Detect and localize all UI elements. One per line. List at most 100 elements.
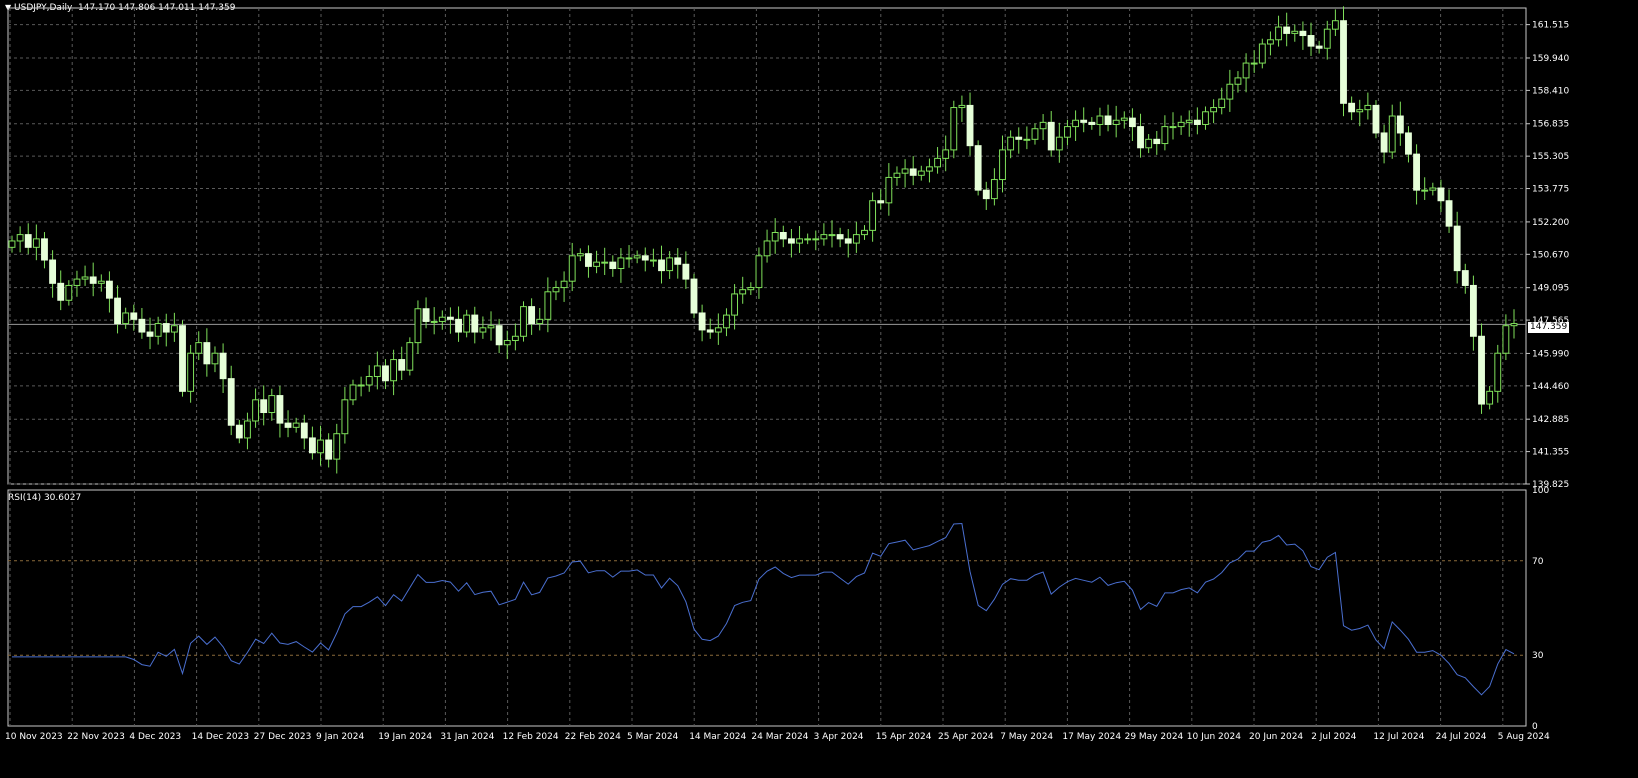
candle — [1437, 179, 1445, 213]
candle — [869, 192, 877, 242]
candle — [1120, 111, 1128, 129]
candle — [739, 276, 747, 304]
candle-body — [154, 323, 162, 337]
candle-body — [1502, 325, 1510, 354]
rsi-line — [12, 522, 1515, 696]
candle — [398, 346, 406, 380]
candle-body — [958, 104, 966, 109]
candle — [268, 388, 276, 421]
rsi-axis-label: 100 — [1532, 486, 1549, 496]
candle-body — [1421, 189, 1429, 192]
candle-body — [852, 234, 860, 244]
candle — [300, 414, 308, 450]
candle-body — [787, 238, 795, 244]
candle — [114, 285, 121, 334]
candle — [1104, 104, 1112, 132]
time-axis-label: 22 Nov 2023 — [67, 732, 125, 742]
candle-body — [820, 234, 828, 240]
candle-body — [739, 289, 747, 295]
candle — [57, 270, 65, 311]
candle — [1169, 112, 1177, 140]
candle — [487, 311, 495, 341]
candle — [852, 221, 860, 253]
candle — [1193, 107, 1201, 135]
candle — [1218, 87, 1226, 115]
candle — [170, 312, 178, 342]
candle — [203, 328, 211, 377]
candle-body — [219, 352, 227, 380]
time-axis-label: 9 Jan 2024 — [316, 732, 364, 742]
candle-body — [747, 287, 755, 291]
candle — [560, 271, 568, 302]
candle — [122, 307, 130, 329]
candle-body — [698, 312, 706, 331]
candle-body — [479, 327, 487, 333]
candle-body — [763, 240, 771, 257]
candle — [503, 330, 511, 360]
candle — [787, 229, 795, 258]
candle — [690, 273, 698, 319]
candle-body — [333, 433, 341, 460]
candle-body — [438, 316, 446, 322]
candle-body — [844, 238, 852, 244]
candle — [1161, 115, 1169, 151]
candle-body — [1486, 390, 1494, 405]
candle — [455, 306, 462, 342]
candle — [617, 248, 625, 283]
candle-body — [1478, 335, 1485, 405]
candle — [820, 223, 828, 246]
candle-body — [1315, 45, 1323, 49]
candle — [1145, 134, 1153, 154]
candle-body — [755, 255, 763, 289]
time-axis-label: 25 Apr 2024 — [938, 732, 994, 742]
candle — [1453, 211, 1461, 284]
candle-body — [1007, 136, 1015, 151]
candle-body — [65, 284, 73, 301]
candle — [284, 410, 292, 438]
candle — [1307, 22, 1315, 56]
candle — [812, 230, 820, 251]
candle-body — [114, 297, 121, 325]
candle — [195, 331, 203, 361]
candle — [901, 159, 909, 188]
candle-body — [974, 145, 982, 191]
time-axis-label: 24 Jul 2024 — [1436, 732, 1487, 742]
candle-body — [1218, 98, 1226, 109]
candle — [130, 304, 138, 331]
candle-body — [495, 325, 503, 346]
candle — [1315, 40, 1323, 54]
candle — [763, 229, 771, 263]
candle — [471, 306, 479, 344]
candle — [1372, 100, 1380, 139]
candle-body — [1429, 187, 1437, 191]
candle-body — [1210, 107, 1218, 113]
candle — [438, 310, 446, 330]
candle — [601, 247, 609, 276]
candle — [1275, 15, 1282, 47]
candle-body — [1015, 136, 1023, 140]
candle — [958, 95, 966, 122]
candle — [511, 323, 519, 351]
candle-body — [227, 378, 235, 426]
price-axis-label: 153.775 — [1532, 185, 1569, 195]
candle-body — [8, 240, 16, 248]
candle — [917, 165, 925, 181]
candle-body — [1453, 225, 1461, 272]
candle — [227, 365, 235, 436]
price-chart[interactable]: 161.515 159.940 158.410 156.835 155.305 153.7… — [0, 0, 1638, 778]
candle — [706, 318, 714, 339]
candle — [1210, 99, 1218, 124]
candle — [877, 189, 885, 210]
candle — [41, 232, 48, 269]
candle — [1088, 117, 1096, 130]
candle — [1494, 344, 1502, 403]
candle-body — [414, 308, 422, 344]
candle-body — [1193, 119, 1201, 125]
candle — [1137, 113, 1144, 158]
candle — [1031, 123, 1039, 145]
candle — [244, 412, 251, 450]
candle-body — [1380, 132, 1388, 153]
candle — [1486, 386, 1494, 410]
candle-body — [49, 259, 57, 284]
candle — [649, 248, 657, 267]
